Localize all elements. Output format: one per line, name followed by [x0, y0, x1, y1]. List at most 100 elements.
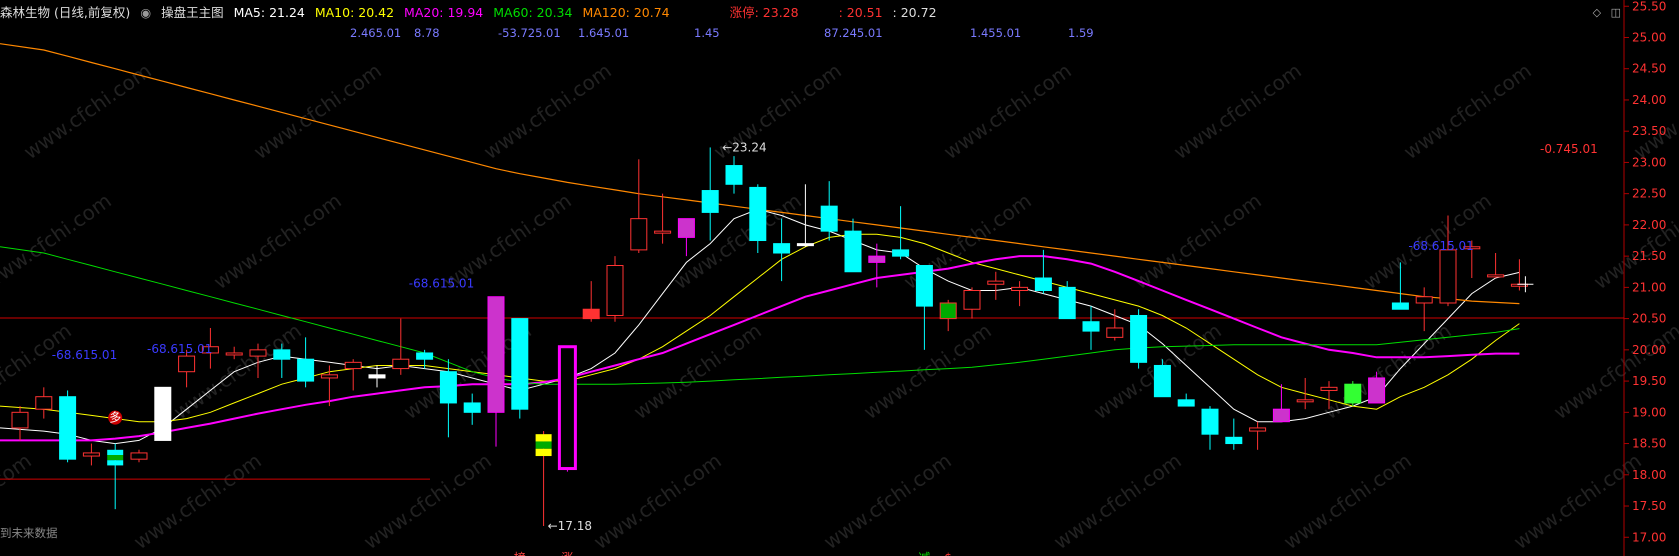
candle[interactable]: [535, 431, 552, 527]
candle-body: [107, 449, 124, 456]
candle[interactable]: [1106, 309, 1124, 341]
candle[interactable]: [154, 386, 172, 441]
candle-body: [1011, 286, 1029, 291]
candle[interactable]: [35, 387, 53, 419]
indicator-name[interactable]: 操盘王主图: [161, 5, 224, 20]
candle-body: [416, 352, 434, 360]
candle[interactable]: [368, 365, 386, 388]
candle[interactable]: [963, 287, 981, 319]
candle[interactable]: [582, 281, 600, 322]
candle[interactable]: [1130, 309, 1148, 369]
candle[interactable]: [1344, 381, 1362, 407]
candle-body: [297, 358, 315, 382]
candle[interactable]: [677, 218, 695, 257]
candle[interactable]: [1201, 406, 1219, 450]
candle[interactable]: [1249, 421, 1267, 450]
candle-body: [606, 265, 624, 316]
y-tick-label: 23.00: [1632, 155, 1666, 169]
annotation-label: -68.615.01: [409, 276, 474, 290]
candle[interactable]: [630, 159, 648, 254]
candle[interactable]: [11, 406, 29, 441]
candle-body: [225, 352, 243, 356]
row2-value: 1.455.01: [970, 26, 1022, 40]
candle[interactable]: [557, 345, 577, 472]
candle[interactable]: [1296, 377, 1314, 410]
candle-body: [725, 165, 743, 185]
candle[interactable]: [297, 337, 315, 388]
signal-marker: 减: [918, 551, 930, 556]
settings-icon[interactable]: ◉: [140, 5, 151, 20]
layout-icon[interactable]: ◫: [1611, 6, 1621, 19]
candle-body: [154, 386, 172, 441]
candle-body: [701, 190, 719, 213]
candle[interactable]: [796, 184, 814, 247]
candle[interactable]: [487, 296, 505, 447]
candle[interactable]: [1225, 418, 1243, 450]
candle[interactable]: [939, 299, 957, 332]
y-tick-label: 21.00: [1632, 280, 1666, 294]
candle[interactable]: [844, 218, 862, 273]
candle-body: [939, 302, 957, 320]
watermark-text: www.cfchi.com: [1589, 188, 1679, 294]
candle[interactable]: [1415, 287, 1433, 332]
watermark-text: www.cfchi.com: [129, 448, 266, 554]
ma-line-ma5: [0, 208, 1520, 445]
candle[interactable]: [1487, 253, 1505, 278]
candle-body: [749, 186, 767, 242]
candle[interactable]: [392, 318, 410, 375]
y-tick-label: 24.50: [1632, 62, 1666, 76]
extra-value-2: : 20.72: [892, 5, 937, 20]
candle[interactable]: [915, 265, 933, 350]
candle[interactable]: [654, 193, 672, 244]
candle[interactable]: [606, 256, 624, 322]
candle-body: [820, 205, 838, 232]
row2-value: 87.245.01: [824, 26, 883, 40]
candle-body: [1415, 296, 1433, 304]
y-tick-label: 18.00: [1632, 468, 1666, 482]
annotation-label: -68.615.01: [147, 342, 212, 356]
watermark-text: www.cfchi.com: [1399, 58, 1536, 164]
candle[interactable]: [59, 390, 77, 463]
candle-body: [344, 361, 362, 370]
candle-body: [320, 374, 338, 379]
ma60-value: MA60: 20.34: [493, 5, 573, 20]
candle-body: [107, 460, 124, 466]
candle[interactable]: [1177, 393, 1195, 407]
candle[interactable]: [1011, 281, 1029, 307]
candle-body: [1391, 302, 1409, 310]
candle-body: [11, 411, 29, 429]
candle[interactable]: [725, 156, 743, 194]
candle[interactable]: [463, 393, 481, 425]
watermark: www.cfchi.com www.cfchi.com www.cfchi.com w…: [0, 58, 1679, 554]
candle[interactable]: [82, 443, 100, 466]
y-tick-label: 20.00: [1632, 343, 1666, 357]
watermark-text: www.cfchi.com: [1279, 448, 1416, 554]
candle-body: [511, 318, 529, 410]
candle-body: [630, 218, 648, 251]
candle-body: [1320, 386, 1338, 391]
candle[interactable]: [701, 147, 719, 241]
watermark-text: www.cfchi.com: [359, 448, 496, 554]
y-tick-label: 22.00: [1632, 218, 1666, 232]
candle-body: [1344, 383, 1362, 404]
signal-text: $: [944, 551, 952, 556]
candle[interactable]: [987, 271, 1005, 300]
candle[interactable]: [1058, 281, 1076, 320]
diamond-icon[interactable]: ◇: [1593, 6, 1601, 19]
candle-body: [654, 230, 672, 234]
signal-text: 涨: [561, 550, 573, 556]
candle-body: [773, 243, 791, 254]
watermark-text: www.cfchi.com: [209, 188, 346, 294]
candle[interactable]: [892, 206, 910, 260]
candle[interactable]: [820, 181, 838, 241]
candle[interactable]: [130, 449, 148, 463]
stock-name[interactable]: 森林生物 (日线,前复权): [0, 5, 130, 20]
candle-body: [963, 289, 981, 310]
candle[interactable]: [107, 443, 124, 510]
candle[interactable]: [1082, 306, 1100, 350]
candle[interactable]: [1272, 384, 1290, 423]
candle[interactable]: [511, 318, 529, 419]
candlestick-chart[interactable]: www.cfchi.com www.cfchi.com www.cfchi.com w…: [0, 0, 1679, 556]
row2-value: 1.59: [1068, 26, 1094, 40]
candle[interactable]: [344, 359, 362, 391]
